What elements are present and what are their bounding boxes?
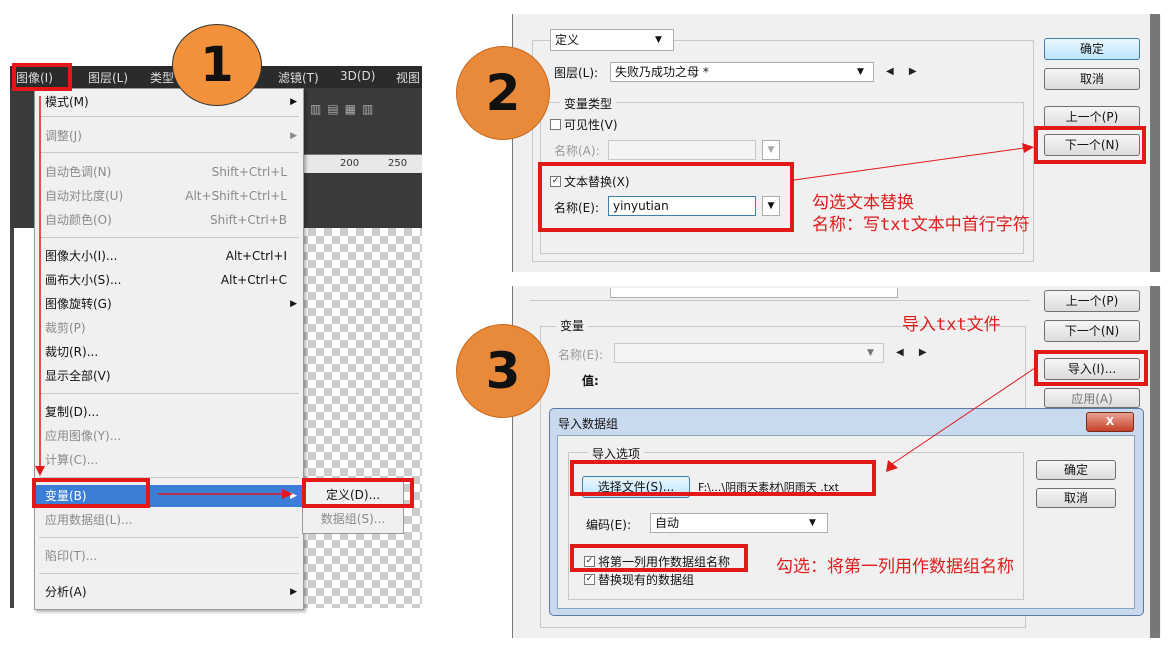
define-select[interactable]: 定义 ▼ — [550, 29, 674, 51]
variable-name-field[interactable]: ▼ — [614, 343, 884, 363]
encoding-label: 编码(E): — [586, 518, 631, 532]
cancel-button[interactable]: 取消 — [1044, 68, 1140, 90]
name-a-dropdown[interactable]: ▼ — [762, 140, 780, 160]
name-a-field[interactable] — [608, 140, 756, 160]
chevron-down-icon: ▼ — [809, 518, 816, 528]
step-badge-1: 1 — [172, 24, 262, 106]
ok-button[interactable]: 确定 — [1044, 38, 1140, 60]
panel3-arrow — [886, 365, 1039, 472]
variable-nav-arrows-icon[interactable]: ◀ ▶ — [896, 347, 933, 358]
name-a-label: 名称(A): — [554, 144, 600, 158]
chevron-down-icon: ▼ — [655, 35, 662, 45]
hint-import-txt: 导入txt文件 — [902, 315, 1001, 335]
step-badge-2: 2 — [456, 46, 550, 140]
window-title: 导入数据组 — [558, 417, 619, 431]
encoding-select[interactable]: 自动 ▼ — [650, 513, 828, 533]
scroll-edge — [1150, 286, 1160, 638]
previous-button[interactable]: 上一个(P) — [1044, 290, 1140, 312]
step-badge-3: 3 — [456, 324, 550, 418]
hint-check-first-column: 勾选：将第一列用作数据组名称 — [776, 557, 1014, 577]
var-type-label: 变量类型 — [560, 95, 617, 112]
panel2-arrow — [793, 143, 1034, 181]
next-button[interactable]: 下一个(N) — [1044, 320, 1140, 342]
import-cancel-button[interactable]: 取消 — [1036, 488, 1116, 508]
chevron-down-icon: ▼ — [857, 67, 864, 77]
divider — [530, 300, 1030, 301]
replace-existing-checkbox[interactable]: ✓ — [584, 574, 595, 585]
layer-select[interactable]: 失败乃成功之母 * ▼ — [610, 62, 874, 82]
layer-label: 图层(L): — [554, 66, 599, 80]
highlight-next — [1034, 126, 1146, 164]
highlight-first-column — [570, 544, 748, 572]
scroll-edge — [1150, 14, 1160, 272]
variable-group-label: 变量 — [556, 317, 589, 334]
top-field-remnant — [610, 288, 898, 298]
previous-button[interactable]: 上一个(P) — [1044, 106, 1140, 128]
visibility-label: 可见性(V) — [564, 118, 618, 132]
highlight-choose-file — [570, 460, 876, 496]
name-label: 名称(E): — [558, 348, 603, 362]
visibility-checkbox[interactable] — [550, 119, 561, 130]
replace-existing-label: 替换现有的数据组 — [598, 573, 695, 587]
value-label: 值: — [582, 374, 599, 388]
close-icon[interactable]: X — [1086, 412, 1134, 432]
highlight-text-replace — [538, 162, 794, 232]
layer-nav-arrows-icon[interactable]: ◀ ▶ — [886, 66, 923, 77]
hint-name-first-line: 名称：写txt文本中首行字符 — [812, 215, 1030, 235]
